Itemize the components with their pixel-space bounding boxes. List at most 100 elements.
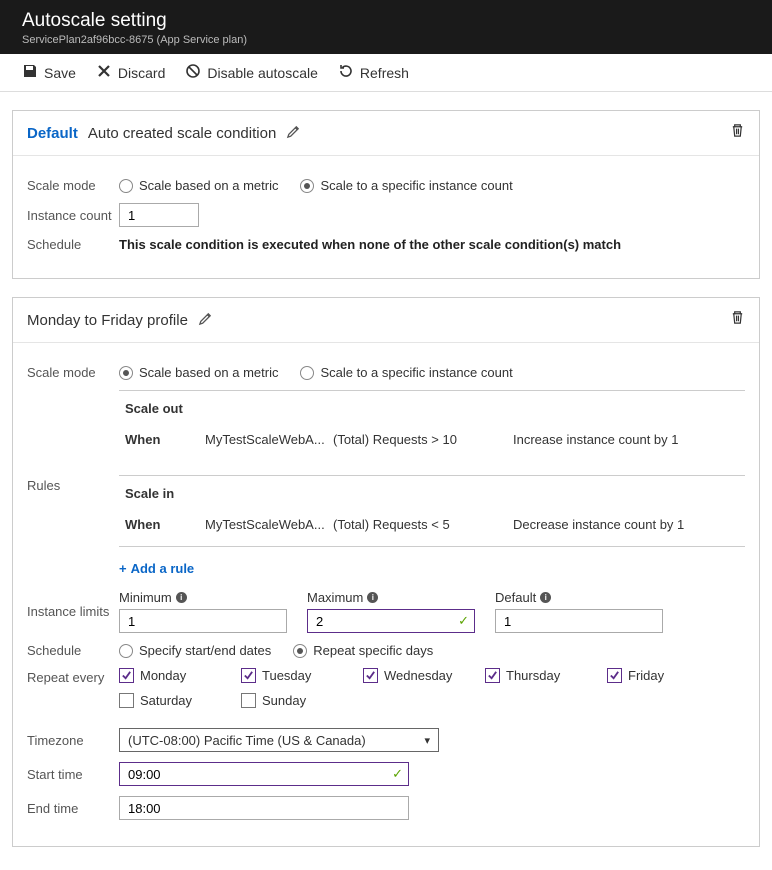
timezone-row: Timezone (UTC-08:00) Pacific Time (US & … bbox=[27, 728, 745, 752]
timezone-select[interactable]: (UTC-08:00) Pacific Time (US & Canada) ▾ bbox=[119, 728, 439, 752]
radio-scale-metric[interactable]: Scale based on a metric bbox=[119, 178, 278, 193]
disable-label: Disable autoscale bbox=[207, 65, 318, 81]
schedule-label: Schedule bbox=[27, 643, 119, 658]
trash-icon[interactable] bbox=[730, 123, 745, 143]
card-header: Monday to Friday profile bbox=[13, 298, 759, 343]
rules-label: Rules bbox=[27, 390, 119, 493]
chevron-down-icon: ▾ bbox=[424, 734, 430, 747]
trash-icon[interactable] bbox=[730, 310, 745, 330]
scale-mode-label: Scale mode bbox=[27, 178, 119, 193]
radio-repeat-days[interactable]: Repeat specific days bbox=[293, 643, 433, 658]
day-label: Tuesday bbox=[262, 668, 311, 683]
day-label: Friday bbox=[628, 668, 664, 683]
radio-label: Repeat specific days bbox=[313, 643, 433, 658]
days-grid: Monday Tuesday Wednesday Thursday Friday… bbox=[119, 668, 729, 718]
checkbox-thursday[interactable]: Thursday bbox=[485, 668, 607, 683]
schedule-mode-row: Schedule Specify start/end dates Repeat … bbox=[27, 643, 745, 658]
minimum-label: Minimum bbox=[119, 590, 172, 605]
timezone-label: Timezone bbox=[27, 733, 119, 748]
checkbox-friday[interactable]: Friday bbox=[607, 668, 729, 683]
scale-out-heading: Scale out bbox=[119, 391, 745, 426]
instance-count-row: Instance count bbox=[27, 203, 745, 227]
end-time-label: End time bbox=[27, 801, 119, 816]
repeat-every-label: Repeat every bbox=[27, 668, 119, 685]
radio-scale-specific[interactable]: Scale to a specific instance count bbox=[300, 178, 512, 193]
scale-in-heading: Scale in bbox=[119, 476, 745, 511]
day-label: Monday bbox=[140, 668, 186, 683]
instance-count-label: Instance count bbox=[27, 208, 119, 223]
radio-scale-specific[interactable]: Scale to a specific instance count bbox=[300, 365, 512, 380]
default-label: Default bbox=[495, 590, 536, 605]
rule-resource: MyTestScaleWebA... bbox=[205, 432, 325, 447]
repeat-every-row: Repeat every Monday Tuesday Wednesday Th… bbox=[27, 668, 745, 718]
info-icon[interactable]: i bbox=[176, 592, 187, 603]
scale-mode-row: Scale mode Scale based on a metric Scale… bbox=[27, 365, 745, 380]
rules-row: Rules Scale out When MyTestScaleWebA... … bbox=[27, 390, 745, 580]
refresh-button[interactable]: Refresh bbox=[338, 63, 409, 82]
checkbox-monday[interactable]: Monday bbox=[119, 668, 241, 683]
discard-label: Discard bbox=[118, 65, 165, 81]
instance-limits-row: Instance limits Minimumi Maximumi ✓ Defa… bbox=[27, 590, 745, 633]
plus-icon: + bbox=[119, 561, 127, 576]
checkbox-tuesday[interactable]: Tuesday bbox=[241, 668, 363, 683]
rule-resource: MyTestScaleWebA... bbox=[205, 517, 325, 532]
rule-action: Decrease instance count by 1 bbox=[513, 517, 739, 532]
instance-limits-label: Instance limits bbox=[27, 604, 119, 619]
checkbox-sunday[interactable]: Sunday bbox=[241, 693, 363, 708]
discard-button[interactable]: Discard bbox=[96, 63, 165, 82]
refresh-label: Refresh bbox=[360, 65, 409, 81]
pencil-icon[interactable] bbox=[286, 124, 301, 143]
scale-mode-label: Scale mode bbox=[27, 365, 119, 380]
radio-specify-dates[interactable]: Specify start/end dates bbox=[119, 643, 271, 658]
checkbox-saturday[interactable]: Saturday bbox=[119, 693, 241, 708]
refresh-icon bbox=[338, 63, 354, 82]
page-title: Autoscale setting bbox=[22, 10, 750, 32]
start-time-label: Start time bbox=[27, 767, 119, 782]
start-time-row: Start time ✓ bbox=[27, 762, 745, 786]
info-icon[interactable]: i bbox=[540, 592, 551, 603]
default-input[interactable] bbox=[495, 609, 663, 633]
default-tag: Default bbox=[27, 125, 78, 142]
start-time-input[interactable] bbox=[119, 762, 409, 786]
checkbox-wednesday[interactable]: Wednesday bbox=[363, 668, 485, 683]
profile-card: Monday to Friday profile Scale mode Scal… bbox=[12, 297, 760, 847]
timezone-value: (UTC-08:00) Pacific Time (US & Canada) bbox=[128, 733, 366, 748]
end-time-input[interactable] bbox=[119, 796, 409, 820]
schedule-row: Schedule This scale condition is execute… bbox=[27, 237, 745, 252]
page-subtitle: ServicePlan2af96bcc-8675 (App Service pl… bbox=[22, 34, 750, 46]
scale-out-rule[interactable]: When MyTestScaleWebA... (Total) Requests… bbox=[119, 426, 745, 461]
radio-label: Scale to a specific instance count bbox=[320, 178, 512, 193]
condition-name: Auto created scale condition bbox=[88, 125, 276, 142]
save-icon bbox=[22, 63, 38, 82]
radio-scale-metric[interactable]: Scale based on a metric bbox=[119, 365, 278, 380]
schedule-note: This scale condition is executed when no… bbox=[119, 237, 621, 252]
instance-count-input[interactable] bbox=[119, 203, 199, 227]
card-header: Default Auto created scale condition bbox=[13, 111, 759, 156]
maximum-input[interactable] bbox=[307, 609, 475, 633]
pencil-icon[interactable] bbox=[198, 311, 213, 330]
radio-label: Scale based on a metric bbox=[139, 365, 278, 380]
minimum-input[interactable] bbox=[119, 609, 287, 633]
schedule-label: Schedule bbox=[27, 237, 119, 252]
info-icon[interactable]: i bbox=[367, 592, 378, 603]
disable-icon bbox=[185, 63, 201, 82]
when-label: When bbox=[125, 517, 205, 532]
day-label: Sunday bbox=[262, 693, 306, 708]
save-label: Save bbox=[44, 65, 76, 81]
toolbar: Save Discard Disable autoscale Refresh bbox=[0, 54, 772, 92]
end-time-row: End time bbox=[27, 796, 745, 820]
add-rule-label: Add a rule bbox=[131, 561, 195, 576]
page-header: Autoscale setting ServicePlan2af96bcc-86… bbox=[0, 0, 772, 54]
rule-condition: (Total) Requests < 5 bbox=[333, 517, 513, 532]
scale-in-rule[interactable]: When MyTestScaleWebA... (Total) Requests… bbox=[119, 511, 745, 546]
add-rule-button[interactable]: + Add a rule bbox=[119, 561, 194, 576]
save-button[interactable]: Save bbox=[22, 63, 76, 82]
rule-action: Increase instance count by 1 bbox=[513, 432, 739, 447]
disable-autoscale-button[interactable]: Disable autoscale bbox=[185, 63, 318, 82]
day-label: Thursday bbox=[506, 668, 560, 683]
maximum-label: Maximum bbox=[307, 590, 363, 605]
day-label: Saturday bbox=[140, 693, 192, 708]
radio-label: Specify start/end dates bbox=[139, 643, 271, 658]
scale-mode-row: Scale mode Scale based on a metric Scale… bbox=[27, 178, 745, 193]
radio-label: Scale to a specific instance count bbox=[320, 365, 512, 380]
